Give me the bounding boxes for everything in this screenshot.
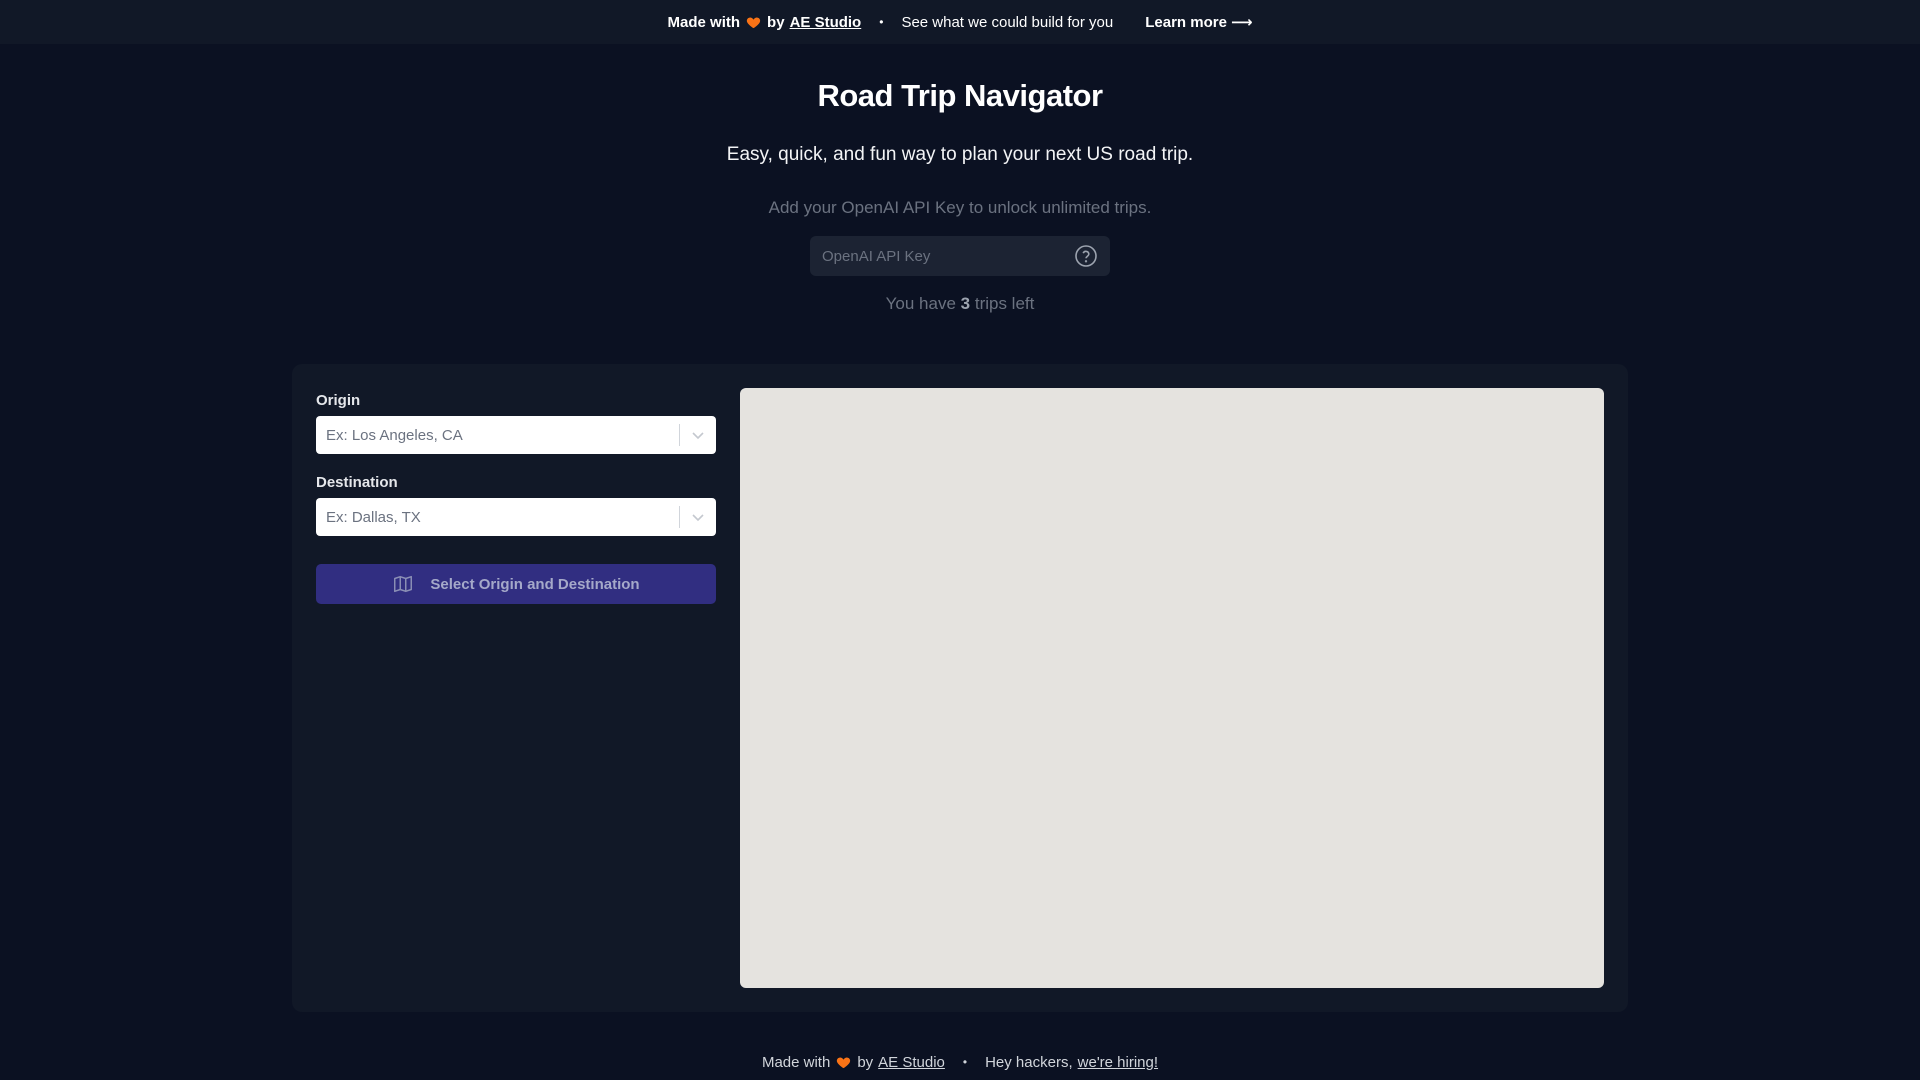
trips-suffix: trips left: [974, 294, 1035, 313]
trips-count: 3: [960, 294, 971, 313]
map-icon: [394, 575, 413, 593]
footer-by-text: by: [857, 1053, 874, 1071]
learn-more-label: Learn more: [1145, 13, 1227, 31]
footer-made-with-text: Made with: [761, 1053, 831, 1071]
trips-prefix: You have: [885, 294, 956, 313]
submit-button-label: Select Origin and Destination: [430, 575, 640, 593]
destination-placeholder: Ex: Dallas, TX: [326, 508, 421, 526]
destination-select[interactable]: Ex: Dallas, TX: [316, 498, 716, 536]
heart-icon: [837, 1057, 851, 1068]
origin-label: Origin: [316, 392, 361, 409]
origin-select[interactable]: Ex: Los Angeles, CA: [316, 416, 716, 454]
banner-made-with: Made with by AE Studio: [668, 14, 862, 31]
page-title: Road Trip Navigator: [817, 78, 1103, 113]
banner-made-with-text: Made with: [667, 13, 741, 31]
learn-more-link[interactable]: Learn more ⟶: [1145, 13, 1253, 32]
planner-panel: Origin Ex: Los Angeles, CA Destination E…: [292, 364, 1628, 1012]
origin-placeholder: Ex: Los Angeles, CA: [326, 426, 463, 444]
heart-icon: [746, 17, 761, 28]
footer-hackers-text: Hey hackers,: [985, 1053, 1073, 1071]
api-key-field: [810, 236, 1110, 276]
banner-separator: •: [879, 15, 884, 29]
banner-by-text: by: [767, 13, 785, 31]
promo-banner: Made with by AE Studio • See what we cou…: [0, 0, 1920, 44]
footer: Made with by AE Studio • Hey hackers, we…: [0, 1050, 1920, 1074]
map-canvas[interactable]: [740, 388, 1604, 988]
help-circle-icon[interactable]: [1074, 244, 1098, 268]
arrow-right-icon: ⟶: [1230, 14, 1253, 31]
chevron-down-icon[interactable]: [680, 416, 716, 454]
api-key-input[interactable]: [822, 247, 1074, 265]
page-subtitle: Easy, quick, and fun way to plan your ne…: [726, 144, 1194, 165]
chevron-down-icon[interactable]: [680, 498, 716, 536]
banner-pitch-text: See what we could build for you: [901, 13, 1114, 31]
footer-ae-studio-link[interactable]: AE Studio: [878, 1054, 945, 1071]
hiring-link[interactable]: we're hiring!: [1078, 1054, 1158, 1071]
banner-ae-studio-link[interactable]: AE Studio: [790, 14, 862, 31]
trips-remaining: You have 3 trips left: [0, 294, 1920, 314]
api-key-hint: Add your OpenAI API Key to unlock unlimi…: [768, 198, 1152, 217]
footer-separator: •: [962, 1055, 968, 1069]
select-origin-destination-button[interactable]: Select Origin and Destination: [316, 564, 716, 604]
destination-label: Destination: [316, 474, 398, 491]
